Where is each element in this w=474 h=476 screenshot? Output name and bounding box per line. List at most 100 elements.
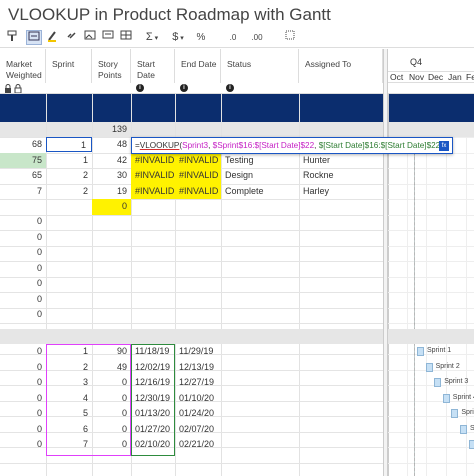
cell-start[interactable]: #INVALID — [131, 183, 175, 199]
cell-market[interactable]: 0 — [0, 422, 46, 438]
section-header-gantt — [388, 94, 474, 122]
cell-market[interactable]: 0 — [0, 261, 46, 277]
header-assigned-to[interactable]: Assigned To — [299, 49, 383, 83]
header-market-weighted[interactable]: Market Weighted — [0, 49, 46, 83]
cell-market[interactable]: 0 — [0, 245, 46, 261]
cell-end[interactable]: 12/27/19 — [175, 375, 221, 391]
wrap-text-icon[interactable] — [26, 30, 42, 45]
cell-story[interactable]: 0 — [92, 199, 131, 215]
cell-end[interactable]: #INVALID — [175, 152, 221, 168]
cell-market[interactable]: 68 — [0, 137, 46, 153]
gantt-bar[interactable] — [434, 378, 442, 387]
cell-market[interactable]: 0 — [0, 292, 46, 308]
status-info-icon[interactable]: i — [226, 84, 234, 92]
highlight-icon[interactable] — [46, 30, 58, 45]
timeline-month: Nov — [409, 72, 425, 82]
gantt-bar[interactable] — [451, 409, 459, 418]
section-header-row[interactable] — [0, 94, 383, 122]
separator-row[interactable] — [0, 329, 383, 344]
cell-story[interactable]: 48 — [92, 137, 131, 153]
active-sprint-cell[interactable]: 1 — [46, 137, 92, 152]
gantt-bar[interactable] — [442, 393, 450, 403]
cell-market[interactable]: 0 — [0, 214, 46, 230]
cell-end[interactable]: 01/24/20 — [175, 406, 221, 422]
end-date-info-icon[interactable]: i — [180, 84, 188, 92]
image-icon[interactable] — [84, 30, 96, 45]
cell-start[interactable]: #INVALID — [131, 168, 175, 184]
decrease-decimal-button[interactable]: .0 — [226, 30, 240, 45]
gantt-bar[interactable] — [417, 347, 424, 356]
summary-story-points[interactable]: 139 — [92, 122, 131, 136]
cell-market[interactable]: 0 — [0, 437, 46, 453]
column-info-row: i i i — [0, 83, 383, 94]
cell-market[interactable]: 0 — [0, 360, 46, 376]
cell-market[interactable]: 0 — [0, 344, 46, 360]
grid-icon[interactable] — [120, 30, 132, 45]
cell-end[interactable]: 02/07/20 — [175, 422, 221, 438]
cell-sprint[interactable]: 2 — [46, 184, 92, 200]
timeline-month: Dec — [428, 72, 444, 82]
cell-market[interactable]: 0 — [0, 230, 46, 246]
cell-market[interactable] — [0, 199, 46, 215]
gantt-bar[interactable] — [468, 440, 474, 449]
cell-end[interactable]: 01/10/20 — [175, 391, 221, 407]
cell-status[interactable] — [221, 199, 299, 215]
cell-end[interactable] — [175, 199, 221, 215]
cell-market[interactable]: 0 — [0, 276, 46, 292]
cell-story[interactable]: 19 — [92, 184, 131, 200]
cell-end[interactable]: 12/13/19 — [175, 360, 221, 376]
cell-sprint[interactable]: 2 — [46, 168, 92, 184]
percent-button[interactable]: % — [196, 30, 206, 45]
cell-market[interactable]: 0 — [0, 375, 46, 391]
cell-end[interactable]: #INVALID — [175, 183, 221, 199]
cell-status[interactable]: Testing — [221, 153, 299, 169]
sum-button[interactable]: Σ ▾ — [144, 30, 160, 45]
link-icon[interactable] — [66, 30, 78, 45]
cell-end[interactable]: #INVALID — [175, 168, 221, 184]
currency-button[interactable]: $ ▾ — [170, 30, 186, 45]
cell-sprint[interactable] — [46, 199, 92, 215]
header-end-date[interactable]: End Date — [175, 49, 221, 83]
comment-icon[interactable] — [102, 30, 114, 45]
cell-start[interactable] — [131, 199, 175, 215]
timeline-month: Oct — [390, 72, 404, 82]
header-sprint[interactable]: Sprint — [46, 49, 92, 83]
toolbar: Σ ▾ $ ▾ % .0 .00 — [0, 28, 474, 48]
cell-status[interactable]: Complete — [221, 184, 299, 200]
format-painter-icon[interactable] — [6, 30, 18, 45]
gantt-label: Sprint 4 — [452, 393, 474, 401]
gantt-label: Sprint 5 — [461, 409, 474, 416]
increase-decimal-button[interactable]: .00 — [248, 30, 266, 45]
sheet-app: VLOOKUP in Product Roadmap with Gantt Σ … — [0, 0, 474, 476]
cell-market[interactable]: 65 — [0, 168, 46, 184]
formula-editor[interactable]: =VLOOKUP(Sprint3, $Sprint$16:$[Start Dat… — [131, 137, 453, 154]
header-story-points[interactable]: Story Points — [92, 49, 131, 83]
gantt-bar[interactable] — [425, 362, 433, 372]
cell-sprint[interactable]: 1 — [46, 153, 92, 169]
cell-assigned[interactable]: Rockne — [299, 168, 383, 184]
cell-end[interactable]: 02/21/20 — [175, 437, 221, 453]
start-date-info-icon[interactable]: i — [136, 84, 144, 92]
cell-assigned[interactable]: Hunter — [299, 153, 383, 169]
header-start-date[interactable]: Start Date — [131, 49, 175, 83]
cell-assigned[interactable]: Harley — [299, 184, 383, 200]
borders-button[interactable] — [282, 30, 298, 45]
timeline-month: Jan — [448, 72, 462, 82]
formula-text[interactable]: =VLOOKUP(Sprint3, $Sprint$16:$[Start Dat… — [135, 140, 443, 152]
cell-story[interactable]: 42 — [92, 153, 131, 169]
timeline-header: Q4 Oct Nov Dec Jan Fe — [388, 49, 474, 83]
cell-start[interactable]: #INVALID — [131, 152, 175, 168]
cell-market[interactable]: 75 — [0, 152, 46, 168]
cell-story[interactable]: 30 — [92, 168, 131, 184]
header-status[interactable]: Status — [221, 49, 299, 83]
function-help-icon[interactable]: fx — [439, 141, 449, 151]
cell-market[interactable]: 0 — [0, 406, 46, 422]
cell-market[interactable]: 0 — [0, 391, 46, 407]
gantt-bar[interactable] — [460, 424, 467, 434]
cell-market[interactable]: 0 — [0, 307, 46, 323]
summary-row[interactable] — [0, 122, 383, 137]
cell-assigned[interactable] — [299, 199, 383, 215]
cell-status[interactable]: Design — [221, 168, 299, 184]
cell-market[interactable]: 7 — [0, 184, 46, 200]
cell-end[interactable]: 11/29/19 — [175, 344, 221, 360]
